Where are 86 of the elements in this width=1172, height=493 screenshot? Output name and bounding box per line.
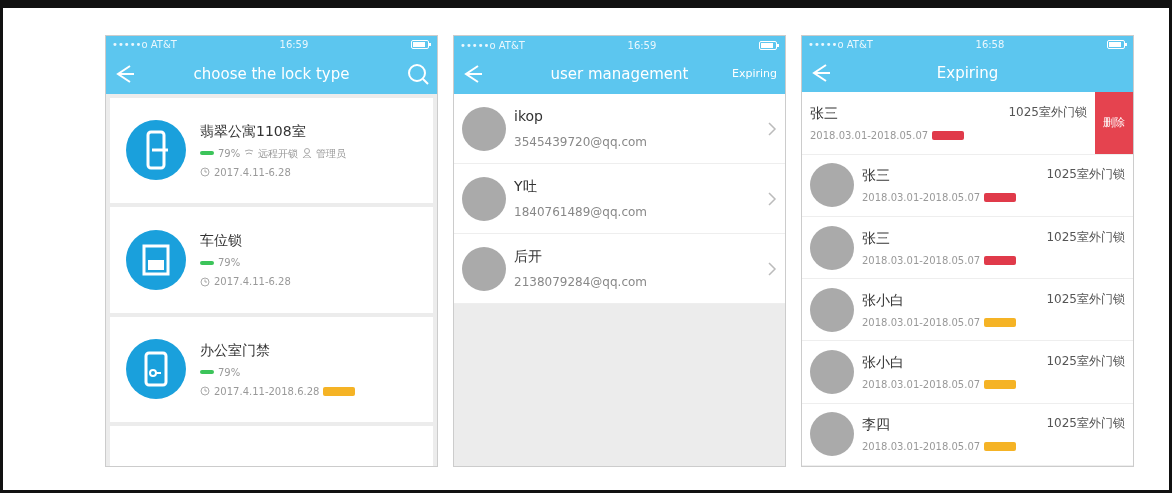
entry-name: 张三 (862, 228, 890, 248)
parking-lock-icon (126, 229, 186, 290)
feature-text: 远程开锁 (258, 146, 299, 161)
lock-name: 1025室外门锁 (1008, 104, 1087, 122)
carrier-text: •••••o AT&T (808, 38, 873, 53)
person-icon (302, 148, 313, 159)
clock-icon (200, 386, 210, 397)
date-range-text: 2017.4.11-2018.6.28 (214, 384, 320, 399)
entry-row[interactable]: 张三 1025室外门锁 2018.03.01-2018.05.07 删除 (802, 92, 1133, 155)
search-icon[interactable] (407, 62, 429, 85)
lock-name: 车位锁 (200, 231, 243, 251)
lock-name: 1025室外门锁 (1046, 415, 1125, 433)
entry-row[interactable]: 张三 1025室外门锁 2018.03.01-2018.05.07 (802, 154, 1133, 217)
entry-name: 张小白 (862, 290, 904, 310)
screen-title: user management (550, 63, 689, 85)
date-range-text: 2017.4.11-6.28 (214, 275, 291, 290)
avatar-placeholder (810, 163, 854, 208)
user-name: ikop (514, 107, 544, 126)
user-row[interactable]: ikop 3545439720@qq.com (454, 94, 785, 164)
avatar-placeholder (810, 412, 854, 457)
user-name: 后开 (514, 247, 543, 266)
battery-icon (1107, 40, 1127, 50)
entry-name: 张小白 (862, 353, 904, 373)
chevron-icon (767, 190, 777, 207)
avatar-placeholder (462, 106, 506, 151)
battery-icon (200, 259, 214, 266)
user-row[interactable]: Y吐 1840761489@qq.com (454, 164, 785, 234)
lock-card[interactable]: 翡翠公寓1108室 79% 远程开锁 管理员 2017.4.11-6.28 (110, 97, 433, 204)
user-email: 1840761489@qq.com (514, 204, 649, 221)
date-range-text: 2018.03.01-2018.05.07 (810, 129, 929, 144)
date-range-text: 2018.03.01-2018.05.07 (862, 440, 981, 455)
battery-text: 79% (218, 256, 241, 271)
clock-icon (200, 276, 210, 287)
entry-row[interactable]: 张小白 1025室外门锁 2018.03.01-2018.05.07 (802, 279, 1133, 342)
battery-icon (759, 40, 779, 50)
date-range-text: 2018.03.01-2018.05.07 (862, 191, 981, 206)
user-name: Y吐 (514, 177, 538, 196)
user-row[interactable]: 后开 2138079284@qq.com (454, 234, 785, 304)
back-arrow-icon[interactable] (810, 61, 832, 84)
date-range-text: 2018.03.01-2018.05.07 (862, 315, 981, 330)
date-range-text: 2017.4.11-6.28 (214, 165, 291, 180)
battery-icon (200, 150, 214, 157)
clock-text: 16:59 (627, 38, 657, 53)
lock-card[interactable]: 办公室门禁 79% 2017.4.11-2018.6.28 (110, 316, 433, 423)
clock-icon (200, 167, 210, 178)
date-range-text: 2018.03.01-2018.05.07 (862, 378, 981, 393)
screen-title: Expiring (936, 62, 999, 84)
carrier-text: •••••o AT&T (460, 38, 525, 53)
user-email: 3545439720@qq.com (514, 134, 649, 151)
avatar-placeholder (810, 287, 854, 332)
phone-key-icon (126, 339, 186, 400)
battery-text: 79% (218, 146, 241, 161)
lock-name: 办公室门禁 (200, 340, 271, 360)
chevron-icon (767, 260, 777, 277)
lock-name: 1025室外门锁 (1046, 166, 1125, 184)
avatar-placeholder (462, 176, 506, 221)
back-arrow-icon[interactable] (114, 62, 136, 85)
clock-text: 16:59 (279, 38, 309, 53)
delete-button[interactable]: 删除 (1095, 92, 1133, 154)
battery-text: 79% (218, 365, 241, 380)
chevron-icon (767, 120, 777, 137)
battery-icon (411, 40, 431, 50)
door-lock-icon (126, 120, 186, 181)
avatar-placeholder (810, 225, 854, 270)
screen-title: choose the lock type (193, 63, 350, 85)
date-range-text: 2018.03.01-2018.05.07 (862, 253, 981, 268)
back-arrow-icon[interactable] (462, 63, 484, 85)
lock-card[interactable]: 车位锁 79% 2017.4.11-6.28 (110, 207, 433, 313)
avatar-placeholder (810, 350, 854, 395)
lock-name: 1025室外门锁 (1046, 290, 1125, 308)
carrier-text: •••••o AT&T (112, 38, 177, 53)
lock-card[interactable] (110, 426, 433, 466)
entry-row[interactable]: 张小白 1025室外门锁 2018.03.01-2018.05.07 (802, 341, 1133, 404)
lock-name: 翡翠公寓1108室 (200, 121, 307, 141)
avatar-placeholder (462, 246, 506, 291)
lock-name: 1025室外门锁 (1046, 353, 1125, 371)
entry-name: 张三 (810, 104, 838, 124)
lock-name: 1025室外门锁 (1046, 228, 1125, 246)
entry-name: 李四 (862, 415, 890, 435)
battery-icon (200, 369, 214, 376)
feature-text: 管理员 (316, 146, 347, 161)
entry-row[interactable]: 张三 1025室外门锁 2018.03.01-2018.05.07 (802, 216, 1133, 280)
clock-text: 16:58 (975, 38, 1005, 53)
entry-name: 张三 (862, 166, 890, 186)
entry-row[interactable]: 李四 1025室外门锁 2018.03.01-2018.05.07 (802, 403, 1133, 466)
user-email: 2138079284@qq.com (514, 274, 649, 291)
